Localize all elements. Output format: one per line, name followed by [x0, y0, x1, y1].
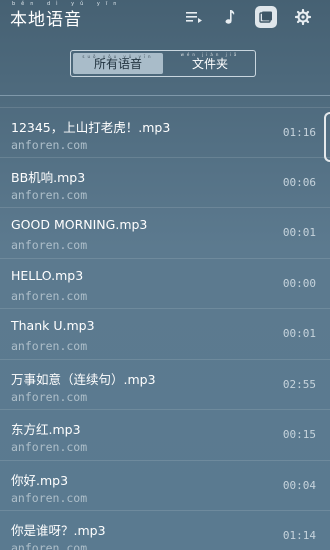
song-title: 你是谁呀？.mp3: [11, 523, 106, 538]
song-source: anforen.com: [11, 187, 88, 202]
song-title: HELLO.mp3: [11, 267, 84, 283]
song-title: 万事如意（连续句）.mp3: [11, 371, 156, 387]
playlist-icon: [186, 12, 202, 23]
music-button[interactable]: [218, 6, 240, 28]
song-source: anforen.com: [11, 288, 88, 303]
song-duration: 00:01: [282, 226, 316, 239]
list-item[interactable]: 你是谁呀？.mp3 anforen.com 01:14: [0, 511, 330, 550]
list-item[interactable]: 东方红.mp3 anforen.com 00:15: [0, 410, 330, 461]
list-item[interactable]: 你好.mp3 anforen.com 00:04: [0, 461, 330, 511]
list-item[interactable]: HELLO.mp3 anforen.com 00:00: [0, 259, 330, 309]
tab-folders[interactable]: wén jiàn jiā 文件夹: [165, 51, 255, 76]
playlist-button[interactable]: [183, 6, 205, 28]
song-source: anforen.com: [11, 541, 88, 550]
divider: [0, 95, 330, 96]
view-segment: suǒ yǒu yǔ yīn 所有语音 wén jiàn jiā 文件夹: [70, 50, 256, 77]
song-duration: 00:15: [282, 428, 316, 441]
gear-icon: [295, 9, 311, 25]
song-source: anforen.com: [11, 238, 88, 252]
song-source: anforen.com: [11, 339, 88, 353]
song-list: 12345，上山打老虎！.mp3 anforen.com 01:16 BB机响.…: [0, 107, 330, 550]
song-source: anforen.com: [11, 490, 88, 505]
song-title: 东方红.mp3: [11, 422, 81, 437]
song-duration: 02:55: [282, 377, 316, 391]
song-duration: 00:06: [282, 175, 316, 189]
folder-button[interactable]: [255, 6, 277, 28]
list-item[interactable]: BB机响.mp3 anforen.com 00:06: [0, 158, 330, 208]
song-duration: 01:14: [282, 529, 316, 542]
song-duration: 00:01: [282, 327, 316, 340]
folder-icon: [259, 11, 272, 23]
tab-all-voices[interactable]: suǒ yǒu yǔ yīn 所有语音: [73, 53, 163, 74]
page-title: 本地语音: [10, 10, 82, 30]
song-source: anforen.com: [11, 440, 88, 454]
list-item[interactable]: Thank U.mp3 anforen.com 00:01: [0, 309, 330, 360]
song-title: 你好.mp3: [11, 472, 69, 488]
list-item[interactable]: 万事如意（连续句）.mp3 anforen.com 02:55: [0, 360, 330, 410]
song-title: BB机响.mp3: [11, 169, 86, 185]
scroll-indicator[interactable]: [324, 112, 330, 162]
list-item[interactable]: 12345，上山打老虎！.mp3 anforen.com 01:16: [0, 107, 330, 158]
song-duration: 00:00: [282, 276, 316, 290]
tab-pinyin: wén jiàn jiā: [180, 52, 240, 57]
song-duration: 01:16: [282, 126, 316, 139]
top-bar: běn dì yǔ yīn 本地语音: [0, 0, 330, 34]
song-title: Thank U.mp3: [11, 318, 95, 333]
tab-pinyin: suǒ yǒu yǔ yīn: [82, 54, 154, 59]
song-source: anforen.com: [11, 389, 88, 404]
song-title: GOOD MORNING.mp3: [11, 217, 148, 232]
music-note-icon: [225, 10, 235, 24]
list-item[interactable]: GOOD MORNING.mp3 anforen.com 00:01: [0, 208, 330, 259]
song-title: 12345，上山打老虎！.mp3: [11, 120, 171, 135]
tab-label: 文件夹: [191, 57, 228, 71]
song-source: anforen.com: [11, 138, 88, 152]
settings-button[interactable]: [292, 6, 314, 28]
song-duration: 00:04: [282, 478, 316, 492]
